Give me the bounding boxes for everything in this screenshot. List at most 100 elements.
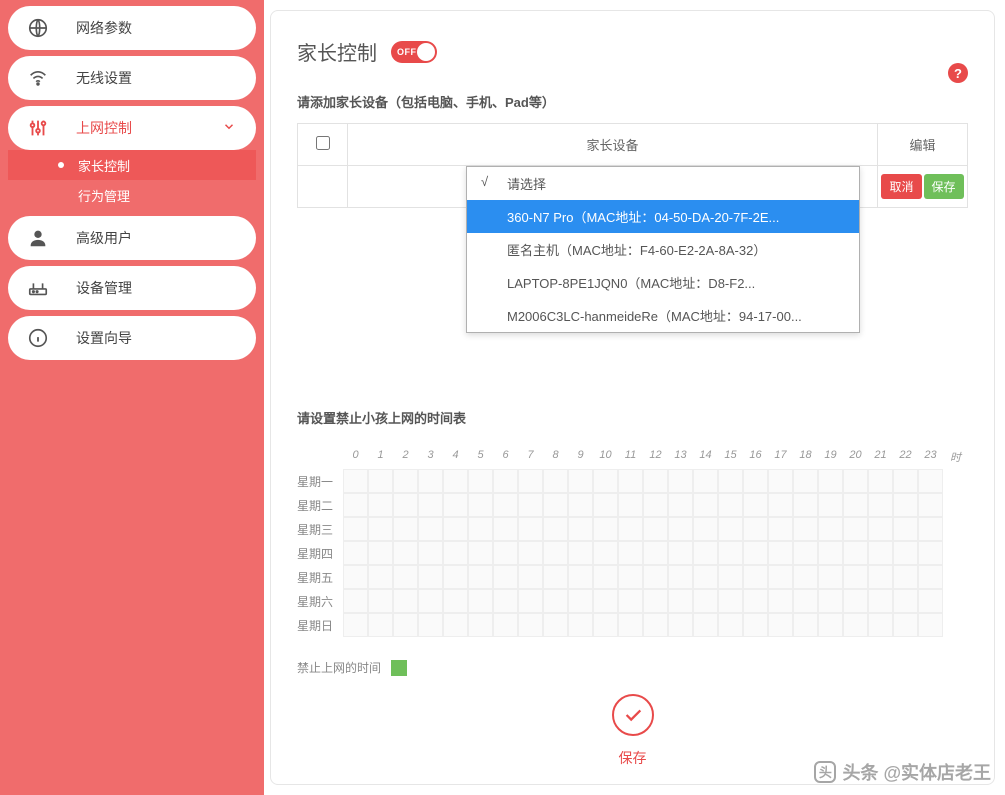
- schedule-cell[interactable]: [593, 493, 618, 517]
- schedule-cell[interactable]: [643, 565, 668, 589]
- schedule-cell[interactable]: [468, 517, 493, 541]
- schedule-cell[interactable]: [518, 493, 543, 517]
- schedule-cell[interactable]: [668, 613, 693, 637]
- sidebar-item-network[interactable]: 网络参数: [8, 6, 256, 50]
- schedule-cell[interactable]: [368, 613, 393, 637]
- schedule-cell[interactable]: [693, 493, 718, 517]
- schedule-cell[interactable]: [893, 493, 918, 517]
- schedule-cell[interactable]: [543, 493, 568, 517]
- schedule-cell[interactable]: [818, 613, 843, 637]
- schedule-cell[interactable]: [893, 541, 918, 565]
- schedule-cell[interactable]: [718, 613, 743, 637]
- schedule-cell[interactable]: [843, 517, 868, 541]
- schedule-cell[interactable]: [468, 589, 493, 613]
- schedule-cell[interactable]: [443, 589, 468, 613]
- schedule-cell[interactable]: [718, 541, 743, 565]
- schedule-cell[interactable]: [543, 541, 568, 565]
- schedule-cell[interactable]: [793, 541, 818, 565]
- schedule-cell[interactable]: [693, 541, 718, 565]
- schedule-cell[interactable]: [418, 493, 443, 517]
- schedule-cell[interactable]: [743, 469, 768, 493]
- schedule-cell[interactable]: [693, 469, 718, 493]
- schedule-cell[interactable]: [568, 541, 593, 565]
- schedule-cell[interactable]: [568, 613, 593, 637]
- schedule-cell[interactable]: [543, 517, 568, 541]
- schedule-cell[interactable]: [393, 565, 418, 589]
- schedule-cell[interactable]: [768, 517, 793, 541]
- schedule-cell[interactable]: [518, 541, 543, 565]
- schedule-cell[interactable]: [593, 613, 618, 637]
- cancel-button[interactable]: 取消: [881, 174, 921, 199]
- schedule-cell[interactable]: [443, 469, 468, 493]
- schedule-cell[interactable]: [843, 469, 868, 493]
- schedule-cell[interactable]: [768, 469, 793, 493]
- schedule-cell[interactable]: [818, 469, 843, 493]
- schedule-cell[interactable]: [718, 589, 743, 613]
- schedule-cell[interactable]: [418, 565, 443, 589]
- schedule-cell[interactable]: [693, 589, 718, 613]
- schedule-cell[interactable]: [493, 613, 518, 637]
- schedule-cell[interactable]: [443, 493, 468, 517]
- dropdown-option[interactable]: M2006C3LC-hanmeideRe（MAC地址：94-17-00...: [467, 299, 859, 332]
- schedule-cell[interactable]: [443, 613, 468, 637]
- schedule-cell[interactable]: [618, 469, 643, 493]
- schedule-cell[interactable]: [568, 589, 593, 613]
- schedule-cell[interactable]: [493, 517, 518, 541]
- schedule-cell[interactable]: [743, 493, 768, 517]
- schedule-cell[interactable]: [668, 469, 693, 493]
- schedule-cell[interactable]: [793, 493, 818, 517]
- schedule-cell[interactable]: [743, 565, 768, 589]
- schedule-cell[interactable]: [568, 517, 593, 541]
- schedule-cell[interactable]: [843, 493, 868, 517]
- schedule-cell[interactable]: [718, 517, 743, 541]
- sidebar-item-wizard[interactable]: 设置向导: [8, 316, 256, 360]
- schedule-cell[interactable]: [868, 541, 893, 565]
- schedule-cell[interactable]: [543, 565, 568, 589]
- schedule-cell[interactable]: [593, 517, 618, 541]
- schedule-cell[interactable]: [493, 469, 518, 493]
- schedule-cell[interactable]: [393, 493, 418, 517]
- schedule-cell[interactable]: [368, 517, 393, 541]
- schedule-cell[interactable]: [718, 565, 743, 589]
- schedule-cell[interactable]: [393, 613, 418, 637]
- schedule-cell[interactable]: [393, 589, 418, 613]
- schedule-cell[interactable]: [443, 565, 468, 589]
- schedule-cell[interactable]: [493, 589, 518, 613]
- schedule-cell[interactable]: [743, 517, 768, 541]
- schedule-cell[interactable]: [918, 469, 943, 493]
- schedule-cell[interactable]: [793, 469, 818, 493]
- schedule-cell[interactable]: [668, 589, 693, 613]
- schedule-cell[interactable]: [518, 589, 543, 613]
- select-all-checkbox[interactable]: [316, 136, 330, 150]
- sidebar-item-access-control[interactable]: 上网控制: [8, 106, 256, 150]
- schedule-cell[interactable]: [843, 565, 868, 589]
- schedule-cell[interactable]: [518, 517, 543, 541]
- schedule-cell[interactable]: [643, 469, 668, 493]
- schedule-cell[interactable]: [468, 469, 493, 493]
- schedule-cell[interactable]: [493, 493, 518, 517]
- schedule-cell[interactable]: [343, 493, 368, 517]
- schedule-cell[interactable]: [443, 541, 468, 565]
- schedule-cell[interactable]: [768, 613, 793, 637]
- schedule-cell[interactable]: [793, 589, 818, 613]
- schedule-cell[interactable]: [918, 541, 943, 565]
- schedule-cell[interactable]: [918, 565, 943, 589]
- schedule-cell[interactable]: [818, 565, 843, 589]
- schedule-cell[interactable]: [693, 517, 718, 541]
- schedule-cell[interactable]: [643, 541, 668, 565]
- schedule-cell[interactable]: [643, 493, 668, 517]
- schedule-cell[interactable]: [668, 565, 693, 589]
- schedule-cell[interactable]: [818, 541, 843, 565]
- schedule-cell[interactable]: [768, 541, 793, 565]
- schedule-cell[interactable]: [618, 493, 643, 517]
- schedule-cell[interactable]: [418, 613, 443, 637]
- schedule-cell[interactable]: [468, 565, 493, 589]
- schedule-cell[interactable]: [418, 469, 443, 493]
- schedule-cell[interactable]: [668, 517, 693, 541]
- schedule-cell[interactable]: [443, 517, 468, 541]
- schedule-cell[interactable]: [918, 517, 943, 541]
- schedule-cell[interactable]: [468, 541, 493, 565]
- sidebar-item-device[interactable]: 设备管理: [8, 266, 256, 310]
- schedule-cell[interactable]: [893, 517, 918, 541]
- schedule-cell[interactable]: [643, 589, 668, 613]
